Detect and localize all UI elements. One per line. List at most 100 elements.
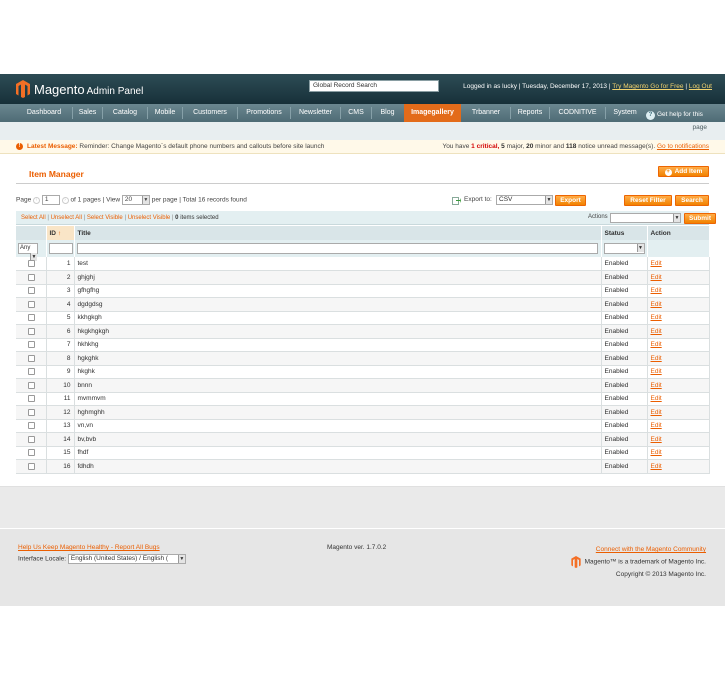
nav-item-newsletter[interactable]: Newsletter [291, 104, 340, 122]
row-checkbox[interactable] [28, 287, 35, 295]
select-all-link[interactable]: Select All [21, 215, 46, 221]
edit-link[interactable]: Edit [651, 463, 662, 470]
submit-button[interactable]: Submit [684, 213, 716, 224]
nav-item-codnitive[interactable]: CODNITIVE [550, 104, 605, 122]
next-page-icon[interactable]: › [61, 196, 69, 204]
table-row[interactable]: 8 hgkghk Enabled Edit [16, 351, 710, 366]
edit-link[interactable]: Edit [651, 449, 662, 456]
logout-link[interactable]: Log Out [689, 83, 712, 90]
nav-item-promotions[interactable]: Promotions [238, 104, 290, 122]
row-checkbox[interactable] [28, 273, 35, 281]
version-text: Magento ver. 1.7.0.2 [327, 544, 387, 551]
table-row[interactable]: 5 kkhgkgh Enabled Edit [16, 311, 710, 325]
page-input[interactable]: 1 [41, 195, 60, 205]
nav-item-imagegallery[interactable]: Imagegallery [404, 104, 461, 122]
nav-item-sales[interactable]: Sales [73, 104, 102, 122]
prev-page-icon[interactable]: ‹ [33, 196, 40, 204]
table-row[interactable]: 10 bnnn Enabled Edit [16, 378, 710, 393]
edit-link[interactable]: Edit [651, 328, 662, 335]
nav-item-cms[interactable]: CMS [341, 104, 371, 122]
table-row[interactable]: 4 dgdgdsg Enabled Edit [16, 297, 710, 312]
edit-link[interactable]: Edit [651, 274, 662, 281]
nav-item-reports[interactable]: Reports [511, 104, 549, 122]
edit-link[interactable]: Edit [651, 314, 662, 321]
row-checkbox[interactable] [28, 314, 35, 322]
table-row[interactable]: 15 fhdf Enabled Edit [16, 446, 710, 460]
try-magento-go-link[interactable]: Try Magento Go for Free [612, 83, 683, 90]
nav-item-customers[interactable]: Customers [183, 104, 237, 122]
locale-select[interactable]: English (United States) / English (▼ [67, 554, 186, 564]
add-item-button[interactable]: + Add Item [658, 166, 709, 177]
row-checkbox[interactable] [28, 408, 35, 416]
row-checkbox[interactable] [28, 449, 35, 457]
row-checkbox[interactable] [28, 354, 35, 362]
row-checkbox[interactable] [28, 300, 35, 308]
nav-item-mobile[interactable]: Mobile [148, 104, 182, 122]
row-checkbox[interactable] [28, 368, 35, 376]
logo-subtext: Admin Panel [86, 86, 144, 97]
nav-item-dashboard[interactable]: Dashboard [16, 104, 72, 122]
column-header-title[interactable]: Title [74, 226, 602, 240]
row-checkbox[interactable] [28, 381, 35, 389]
reset-filter-button[interactable]: Reset Filter [624, 195, 672, 206]
table-row[interactable]: 9 hkghk Enabled Edit [16, 365, 710, 379]
column-header-id[interactable]: ID ↑ [46, 226, 75, 240]
unselect-all-link[interactable]: Unselect All [51, 215, 82, 221]
edit-link[interactable]: Edit [651, 368, 662, 375]
row-action-cell: Edit [647, 405, 710, 420]
actions-select[interactable]: ▼ [610, 213, 681, 223]
export-button[interactable]: Export [555, 195, 586, 206]
edit-link[interactable]: Edit [651, 422, 662, 429]
massaction-filter-select[interactable]: Any ▼ [18, 243, 38, 261]
table-row[interactable]: 14 bv,bvb Enabled Edit [16, 432, 710, 447]
notifications-link[interactable]: Go to notifications [657, 143, 709, 150]
row-checkbox[interactable] [28, 259, 35, 267]
edit-link[interactable]: Edit [651, 409, 662, 416]
row-checkbox[interactable] [28, 422, 35, 430]
table-row[interactable]: 13 vn,vn Enabled Edit [16, 419, 710, 433]
select-visible-link[interactable]: Select Visible [87, 215, 123, 221]
status-filter-select[interactable]: ▼ [603, 243, 645, 254]
edit-link[interactable]: Edit [651, 382, 662, 389]
edit-link[interactable]: Edit [651, 287, 662, 294]
footer-left: Help Us Keep Magento Healthy - Report Al… [18, 544, 186, 564]
nav-item-catalog[interactable]: Catalog [103, 104, 147, 122]
global-search-input[interactable]: Global Record Search [309, 80, 439, 92]
edit-link[interactable]: Edit [651, 355, 662, 362]
id-filter-input[interactable] [48, 243, 73, 254]
table-row[interactable]: 1 test Enabled Edit [16, 257, 710, 271]
table-row[interactable]: 11 mvmmvm Enabled Edit [16, 392, 710, 406]
help-link[interactable]: ? Get help for this page [646, 108, 716, 134]
table-row[interactable]: 16 fdhdh Enabled Edit [16, 459, 710, 474]
notice-word: notice unread message(s). [578, 143, 656, 150]
table-row[interactable]: 7 hkhkhg Enabled Edit [16, 338, 710, 352]
title-filter-input[interactable] [76, 243, 598, 254]
nav-item-blog[interactable]: Blog [372, 104, 403, 122]
row-status: Enabled [601, 392, 648, 406]
table-row[interactable]: 3 gfhgfhg Enabled Edit [16, 284, 710, 298]
edit-link[interactable]: Edit [651, 395, 662, 402]
row-checkbox[interactable] [28, 435, 35, 443]
row-checkbox[interactable] [28, 462, 35, 470]
app-logo[interactable]: Magento Admin Panel [34, 82, 143, 97]
search-button[interactable]: Search [675, 195, 709, 206]
edit-link[interactable]: Edit [651, 301, 662, 308]
report-bugs-link[interactable]: Help Us Keep Magento Healthy - Report Al… [18, 544, 160, 551]
edit-link[interactable]: Edit [651, 260, 662, 267]
unselect-visible-link[interactable]: Unselect Visible [128, 215, 171, 221]
row-checkbox[interactable] [28, 395, 35, 403]
edit-link[interactable]: Edit [651, 436, 662, 443]
community-link[interactable]: Connect with the Magento Community [596, 546, 706, 553]
column-header-status[interactable]: Status [601, 226, 648, 240]
nav-item-trbanner[interactable]: Trbanner [462, 104, 510, 122]
row-checkbox[interactable] [28, 327, 35, 335]
table-row[interactable]: 12 hghmghh Enabled Edit [16, 405, 710, 420]
row-title: ghjghj [74, 270, 602, 285]
per-page-select[interactable]: 20 ▼ [121, 195, 150, 205]
table-row[interactable]: 2 ghjghj Enabled Edit [16, 270, 710, 285]
nav-item-system[interactable]: System [606, 104, 644, 122]
table-row[interactable]: 6 hkgkhgkgh Enabled Edit [16, 324, 710, 339]
edit-link[interactable]: Edit [651, 341, 662, 348]
export-format-select[interactable]: CSV ▼ [496, 195, 553, 205]
row-checkbox[interactable] [28, 341, 35, 349]
